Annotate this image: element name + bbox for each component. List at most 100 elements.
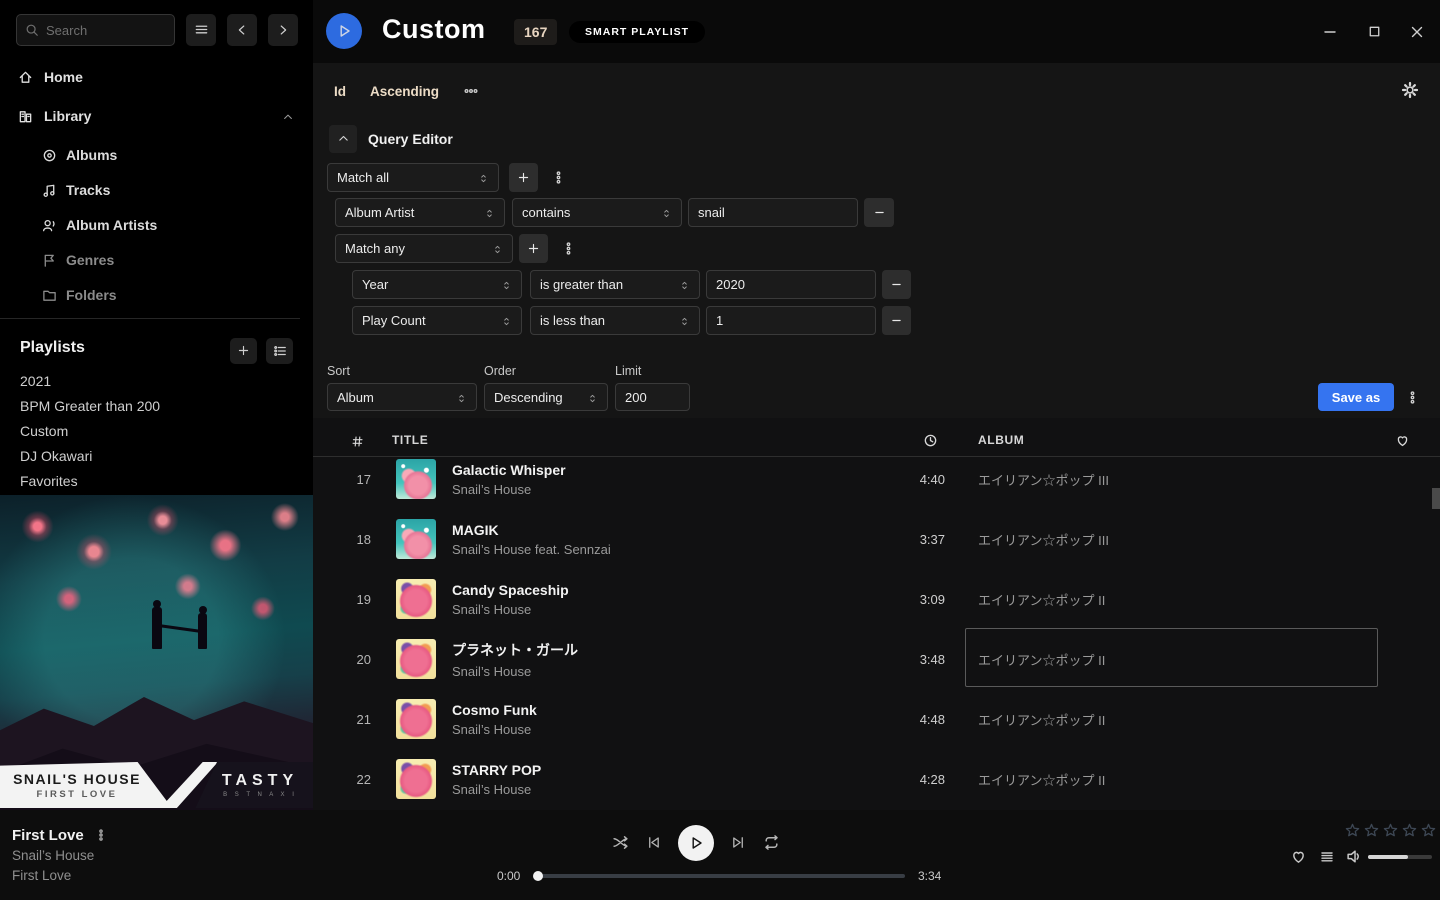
previous-button[interactable] <box>646 834 661 852</box>
track-row[interactable]: 17 Galactic Whisper Snail’s House 4:40 エ… <box>313 458 1440 509</box>
rule3-remove-button[interactable] <box>882 306 911 335</box>
track-row[interactable]: 19 Candy Spaceship Snail’s House 3:09 エイ… <box>313 569 1440 629</box>
window-minimize-button[interactable] <box>1321 23 1339 41</box>
track-row[interactable]: 18 MAGIK Snail’s House feat. Sennzai 3:3… <box>313 509 1440 569</box>
rule2-operator-select[interactable]: is greater than <box>530 270 700 299</box>
repeat-button[interactable] <box>763 834 780 852</box>
sort-select[interactable]: Album <box>327 383 477 411</box>
favorite-column-header[interactable] <box>1395 433 1410 448</box>
sidebar-item-library[interactable]: Library <box>0 104 313 128</box>
track-album[interactable]: エイリアン☆ポップ II <box>978 770 1440 789</box>
track-row[interactable]: 20 プラネット・ガール Snail’s House 3:48 エイリアン☆ポッ… <box>313 629 1440 689</box>
track-artist[interactable]: Snail’s House <box>452 722 852 737</box>
playlist-item[interactable]: Favorites <box>20 473 290 493</box>
track-title[interactable]: プラネット・ガール <box>452 640 852 660</box>
add-playlist-button[interactable] <box>230 338 257 364</box>
window-close-button[interactable] <box>1408 23 1426 41</box>
search-box[interactable] <box>16 14 175 46</box>
sort-field-button[interactable]: Id <box>334 84 346 99</box>
shuffle-button[interactable] <box>612 834 629 852</box>
order-select[interactable]: Descending <box>484 383 608 411</box>
group2-menu-button[interactable] <box>559 234 577 263</box>
queue-button[interactable] <box>1319 848 1335 866</box>
sidebar-item-albums[interactable]: Albums <box>0 143 313 167</box>
track-album-art[interactable] <box>396 579 436 619</box>
sidebar-item-home[interactable]: Home <box>0 65 313 89</box>
now-playing-menu-button[interactable] <box>94 826 108 844</box>
track-album[interactable]: エイリアン☆ポップ III <box>978 470 1440 489</box>
play-playlist-button[interactable] <box>326 13 362 49</box>
track-title[interactable]: Cosmo Funk <box>452 702 852 718</box>
track-title[interactable]: MAGIK <box>452 522 852 538</box>
track-album-art[interactable] <box>396 459 436 499</box>
group1-menu-button[interactable] <box>549 163 567 192</box>
seek-handle[interactable] <box>533 871 543 881</box>
next-button[interactable] <box>731 834 746 852</box>
sidebar-item-folders[interactable]: Folders <box>0 283 313 307</box>
track-title[interactable]: Galactic Whisper <box>452 462 852 478</box>
back-button[interactable] <box>227 14 257 46</box>
star-icon[interactable] <box>1364 822 1379 840</box>
seek-slider[interactable] <box>535 874 905 878</box>
track-row[interactable]: 22 STARRY POP Snail’s House 4:28 エイリアン☆ポ… <box>313 749 1440 809</box>
match-type-select-group1[interactable]: Match all <box>327 163 499 192</box>
playlist-list-button[interactable] <box>266 338 293 364</box>
play-pause-button[interactable] <box>678 825 714 861</box>
track-album-art[interactable] <box>396 759 436 799</box>
rule2-remove-button[interactable] <box>882 270 911 299</box>
track-artist[interactable]: Snail’s House <box>452 664 852 679</box>
sidebar-item-album-artists[interactable]: Album Artists <box>0 213 313 237</box>
collapse-chevron-icon[interactable] <box>282 108 294 124</box>
sort-order-button[interactable]: Ascending <box>370 84 439 99</box>
rule1-field-select[interactable]: Album Artist <box>335 198 505 227</box>
rule1-value-input[interactable] <box>688 198 858 227</box>
query-editor-collapse-button[interactable] <box>329 125 357 153</box>
track-album[interactable]: エイリアン☆ポップ II <box>978 590 1440 609</box>
add-rule-button-group2[interactable] <box>519 234 548 263</box>
rule1-operator-select[interactable]: contains <box>512 198 682 227</box>
star-icon[interactable] <box>1345 822 1360 840</box>
star-icon[interactable] <box>1421 822 1436 840</box>
scrollbar-thumb[interactable] <box>1432 488 1440 509</box>
now-playing-album[interactable]: First Love <box>12 868 71 883</box>
track-title[interactable]: Candy Spaceship <box>452 582 852 598</box>
sidebar-item-tracks[interactable]: Tracks <box>0 178 313 202</box>
track-row[interactable]: 21 Cosmo Funk Snail’s House 4:48 エイリアン☆ポ… <box>313 689 1440 749</box>
now-playing-artist[interactable]: Snail’s House <box>12 848 94 863</box>
rule1-remove-button[interactable] <box>864 198 894 227</box>
more-options-button[interactable] <box>463 82 479 100</box>
track-artist[interactable]: Snail’s House <box>452 782 852 797</box>
track-album-art[interactable] <box>396 699 436 739</box>
index-column-header[interactable] <box>351 434 364 448</box>
settings-button[interactable] <box>1401 81 1419 99</box>
title-column-header[interactable]: TITLE <box>392 433 428 447</box>
volume-button[interactable] <box>1346 848 1363 866</box>
query-menu-button[interactable] <box>1403 383 1421 412</box>
track-album-art[interactable] <box>396 519 436 559</box>
duration-column-header[interactable] <box>923 433 938 448</box>
album-column-header[interactable]: ALBUM <box>978 433 1024 447</box>
track-artist[interactable]: Snail’s House feat. Sennzai <box>452 542 852 557</box>
rule3-field-select[interactable]: Play Count <box>352 306 522 335</box>
volume-slider[interactable] <box>1368 855 1432 859</box>
favorite-button[interactable] <box>1290 848 1307 866</box>
playlist-item[interactable]: BPM Greater than 200 <box>20 398 290 418</box>
now-playing-title[interactable]: First Love <box>12 827 84 844</box>
limit-input[interactable] <box>615 383 690 411</box>
track-artist[interactable]: Snail’s House <box>452 482 852 497</box>
star-icon[interactable] <box>1383 822 1398 840</box>
track-album[interactable]: エイリアン☆ポップ III <box>978 530 1440 549</box>
save-as-button[interactable]: Save as <box>1318 383 1394 411</box>
window-maximize-button[interactable] <box>1365 23 1383 41</box>
menu-button[interactable] <box>186 14 216 46</box>
forward-button[interactable] <box>268 14 298 46</box>
playlist-item[interactable]: 2021 <box>20 373 290 393</box>
track-title[interactable]: STARRY POP <box>452 762 852 778</box>
rule2-value-input[interactable] <box>706 270 876 299</box>
rule3-value-input[interactable] <box>706 306 876 335</box>
playlist-item[interactable]: Custom <box>20 423 290 443</box>
rating-stars[interactable] <box>1345 822 1436 840</box>
star-icon[interactable] <box>1402 822 1417 840</box>
playlist-item[interactable]: DJ Okawari <box>20 448 290 468</box>
track-album[interactable]: エイリアン☆ポップ II <box>978 650 1440 669</box>
